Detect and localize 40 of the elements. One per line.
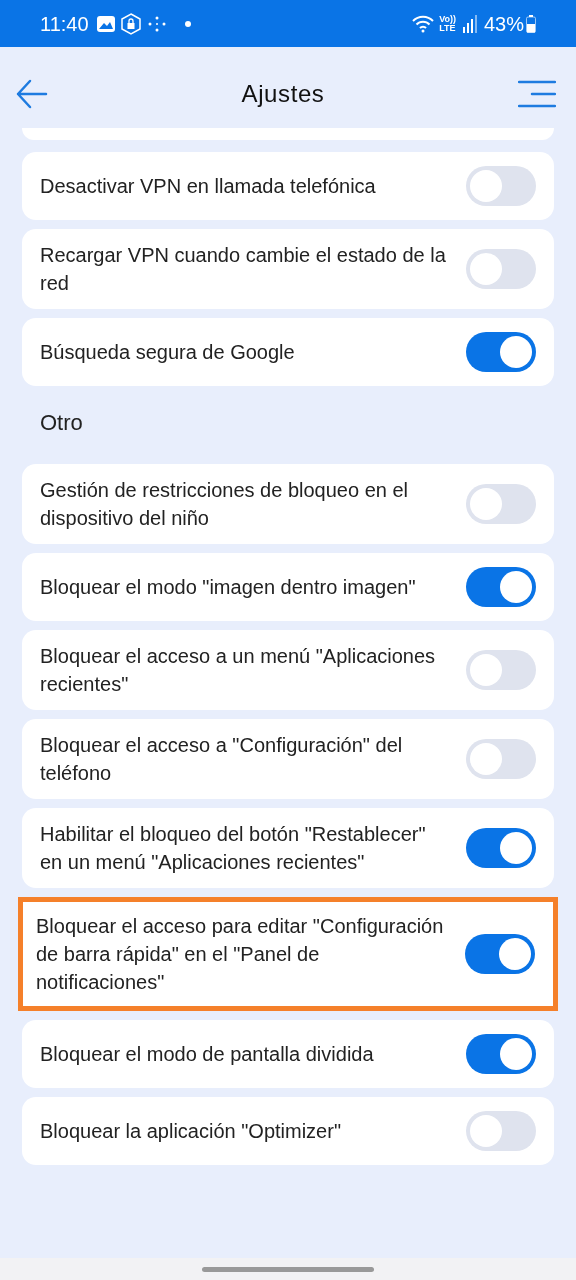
battery-icon (526, 14, 536, 33)
toggle-switch[interactable] (466, 332, 536, 372)
sparkle-icon (146, 14, 167, 33)
page-title: Ajustes (241, 78, 325, 109)
setting-label: Bloquear la aplicación "Optimizer" (40, 1119, 342, 1144)
lock-icon (120, 12, 141, 35)
wifi-icon (411, 13, 436, 34)
toggle-switch[interactable] (466, 249, 536, 289)
battery-percent: 43% (483, 11, 524, 37)
back-arrow-icon (16, 78, 48, 109)
toggle-switch[interactable] (466, 739, 536, 779)
section-title: Otro (39, 409, 84, 437)
setting-label: Bloquear el acceso a un menú "Aplicaciones recientes" (40, 644, 437, 697)
setting-label: Desactivar VPN en llamada telefónica (40, 174, 377, 199)
setting-label: Bloquear el modo de pantalla dividida (40, 1042, 375, 1067)
toggle-switch[interactable] (466, 1111, 536, 1151)
dot-icon (184, 20, 191, 27)
toggle-switch[interactable] (466, 166, 536, 206)
setting-label: Bloquear el modo "imagen dentro imagen" (40, 575, 417, 600)
home-handle[interactable] (202, 1266, 374, 1272)
setting-label: Recargar VPN cuando cambie el estado de la red (40, 243, 447, 296)
setting-label: Gestión de restricciones de bloqueo en el dispositivo del niño (40, 478, 409, 531)
setting-label: Bloquear el acceso a "Configuración" del teléfono (40, 733, 404, 786)
toggle-switch[interactable] (465, 934, 535, 974)
back-button[interactable] (16, 77, 48, 110)
setting-label: Bloquear el acceso para editar "Configuración de barra rápida" en el "Panel de notificaciones" (36, 914, 445, 995)
toggle-switch[interactable] (466, 484, 536, 524)
menu-icon (518, 79, 556, 108)
setting-label: Búsqueda segura de Google (40, 340, 296, 365)
setting-label: Habilitar el bloqueo del botón "Restablecer" en un menú "Aplicaciones recientes" (40, 822, 427, 875)
network-label: Vo)) (439, 14, 456, 24)
signal-icon (461, 14, 478, 33)
status-time: 11:40 (40, 11, 89, 37)
toggle-switch[interactable] (466, 567, 536, 607)
toggle-switch[interactable] (466, 828, 536, 868)
network-label: LTE (439, 23, 456, 33)
menu-button[interactable] (518, 79, 556, 108)
toggle-switch[interactable] (466, 1034, 536, 1074)
toggle-switch[interactable] (466, 650, 536, 690)
image-icon (96, 15, 115, 32)
